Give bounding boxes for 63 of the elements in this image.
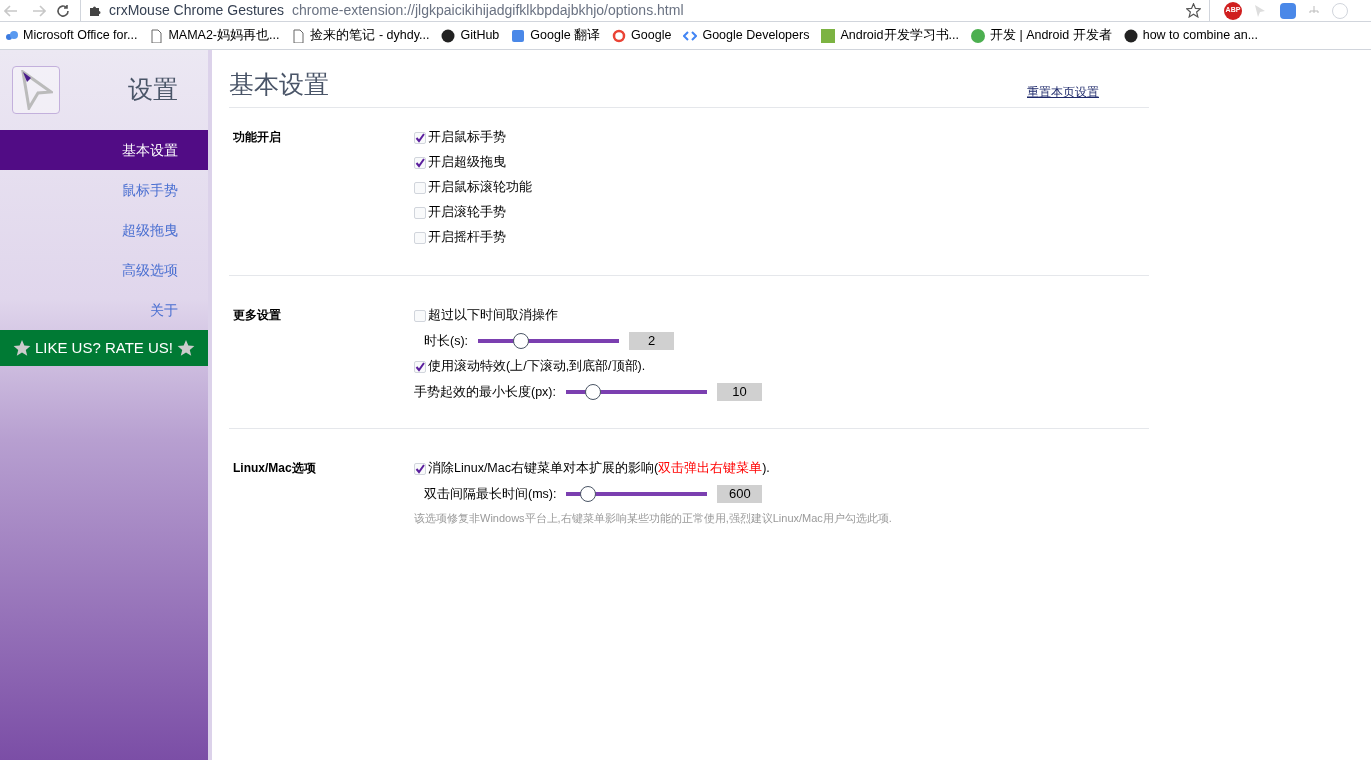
help-text: 该选项修复非Windows平台上,右键菜单影响某些功能的正常使用,强烈建议Linux/Mac用户勾选此项. bbox=[414, 511, 892, 526]
page-title: crxMouse Chrome Gestures bbox=[109, 1, 285, 20]
bookmark-icon bbox=[441, 28, 456, 43]
bookmark-icon bbox=[683, 28, 698, 43]
translate-icon[interactable] bbox=[1280, 2, 1296, 19]
page-heading: 基本设置 bbox=[229, 68, 329, 100]
bookmark-icon bbox=[149, 28, 164, 43]
slider-value: 2 bbox=[629, 332, 675, 350]
puzzle-icon bbox=[89, 4, 101, 17]
bookmark-icon bbox=[821, 28, 836, 43]
bookmark-item[interactable]: GitHub bbox=[441, 26, 500, 45]
bookmark-item[interactable]: how to combine an... bbox=[1123, 26, 1259, 45]
checkbox-label: 超过以下时间取消操作 bbox=[428, 307, 558, 325]
bookmark-icon bbox=[511, 28, 526, 43]
bookmark-item[interactable]: Google bbox=[612, 26, 672, 45]
bookmark-star-icon[interactable] bbox=[1186, 3, 1201, 18]
bookmark-item[interactable]: 开发 | Android 开发者 bbox=[970, 26, 1112, 45]
bookmark-item[interactable]: Microsoft Office for... bbox=[4, 26, 138, 45]
bookmark-icon bbox=[4, 28, 18, 43]
section-heading: 更多设置 bbox=[232, 307, 282, 324]
star-icon bbox=[12, 339, 31, 357]
star-icon bbox=[177, 339, 196, 357]
slider-thumb[interactable] bbox=[580, 486, 597, 502]
bookmark-icon bbox=[1123, 28, 1138, 43]
bookmark-icon bbox=[970, 28, 985, 43]
bookmark-item[interactable]: Android开发学习书... bbox=[821, 26, 959, 45]
address-bar[interactable]: crxMouse Chrome Gestures chrome-extension://jlgkpaicikihijadgifklkbpdajbkhjo/options.html bbox=[80, 0, 1210, 22]
slider-thumb[interactable] bbox=[513, 333, 530, 349]
slider-thumb[interactable] bbox=[584, 384, 601, 400]
bookmark-item[interactable]: Google 翻译 bbox=[511, 26, 601, 45]
bookmark-item[interactable]: MAMA2-妈妈再也... bbox=[149, 26, 280, 45]
checkbox-label: 使用滚动特效(上/下滚动,到底部/顶部). bbox=[428, 358, 646, 376]
slider-label: 手势起效的最小长度(px): bbox=[414, 383, 556, 401]
nav-item[interactable]: 基本设置 bbox=[0, 130, 208, 170]
slider-label: 双击间隔最长时间(ms): bbox=[424, 485, 557, 503]
slider-value: 600 bbox=[717, 485, 763, 503]
reload-icon[interactable] bbox=[56, 3, 70, 18]
checkbox[interactable] bbox=[414, 462, 426, 475]
checkbox-label: 开启滚轮手势 bbox=[428, 204, 506, 222]
reset-link[interactable]: 重置本页设置 bbox=[1027, 83, 1099, 101]
section-heading: Linux/Mac选项 bbox=[232, 460, 317, 477]
checkbox[interactable] bbox=[414, 156, 426, 169]
checkbox-label: 开启摇杆手势 bbox=[428, 229, 506, 247]
rate-button[interactable]: LIKE US? RATE US! bbox=[0, 330, 208, 366]
checkbox-label: 消除Linux/Mac右键菜单对本扩展的影响(双击弹出右键菜单). bbox=[428, 460, 770, 478]
section-heading: 功能开启 bbox=[232, 129, 282, 146]
checkbox[interactable] bbox=[414, 360, 426, 373]
slider-label: 时长(s): bbox=[424, 332, 469, 350]
nav-item[interactable]: 鼠标手势 bbox=[0, 170, 208, 210]
url-text: chrome-extension://jlgkpaicikihijadgifklkbpdajbkhjo/options.html bbox=[292, 1, 685, 20]
slider-value: 10 bbox=[717, 383, 762, 401]
sidebar-title: 设置 bbox=[128, 74, 178, 106]
nav-item[interactable]: 高级选项 bbox=[0, 250, 208, 290]
checkbox-label: 开启鼠标滚轮功能 bbox=[428, 179, 532, 197]
bookmark-item[interactable]: Google Developers bbox=[683, 26, 810, 45]
nav-item[interactable]: 超级拖曳 bbox=[0, 210, 208, 250]
bookmark-icon bbox=[612, 28, 627, 43]
cursor-logo-icon bbox=[19, 70, 53, 110]
checkbox[interactable] bbox=[414, 131, 426, 144]
bookmark-icon bbox=[291, 28, 306, 43]
checkbox-label: 开启超级拖曳 bbox=[428, 154, 506, 172]
checkbox-label: 开启鼠标手势 bbox=[428, 129, 506, 147]
bookmark-item[interactable]: 捡来的笔记 - dyhdy... bbox=[291, 26, 430, 45]
